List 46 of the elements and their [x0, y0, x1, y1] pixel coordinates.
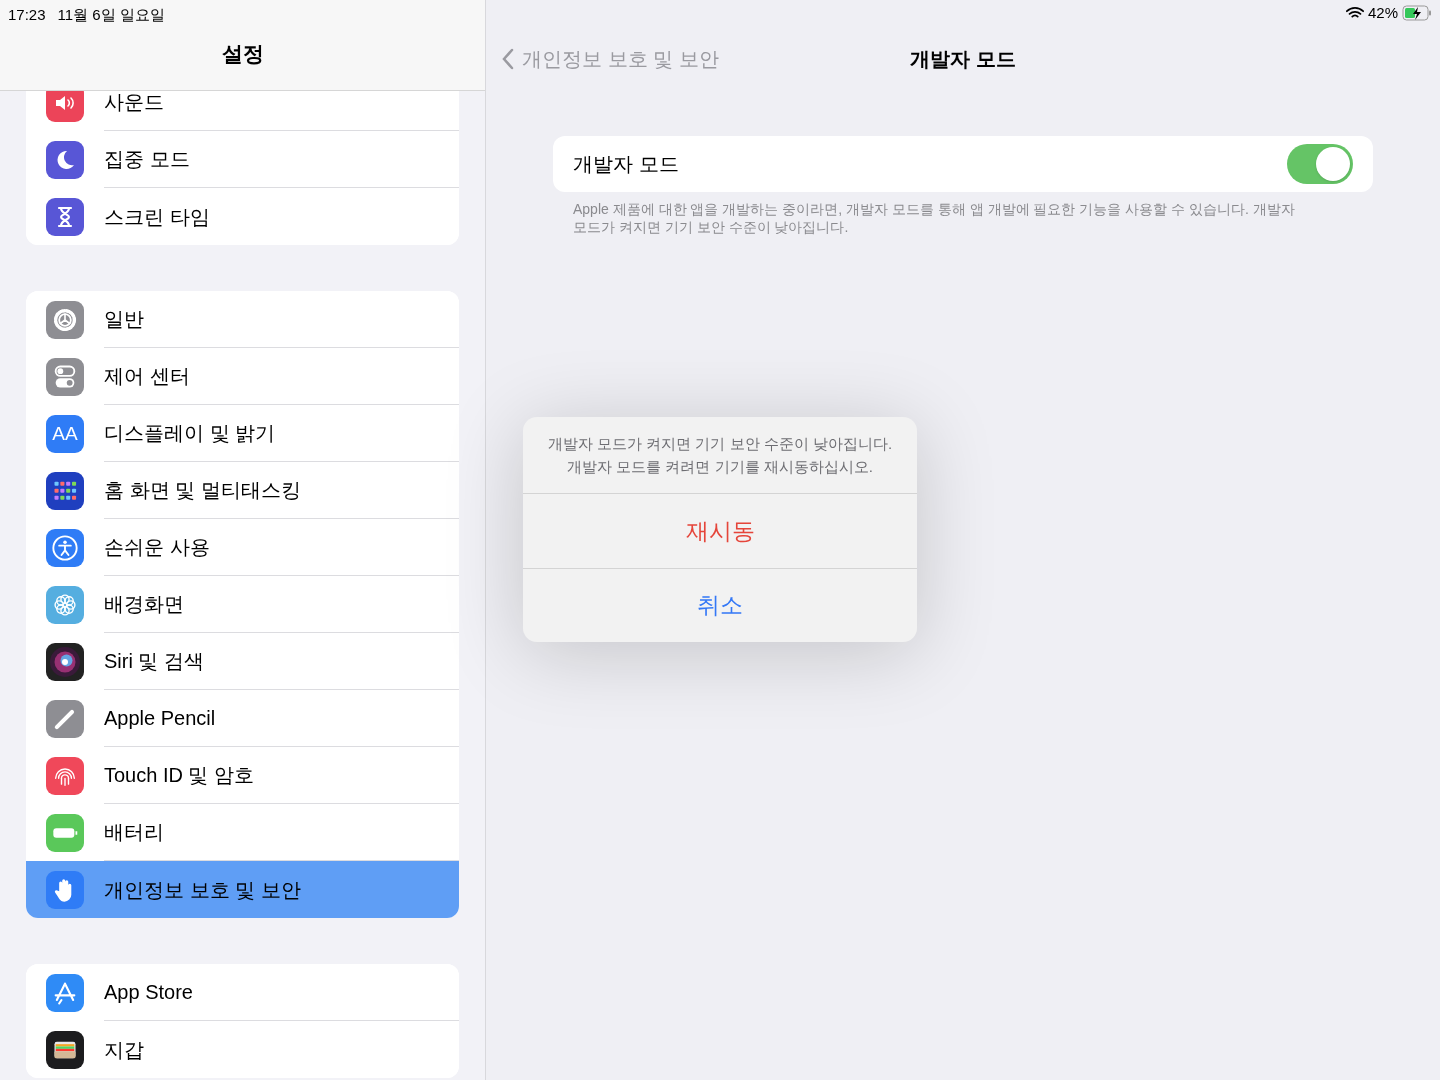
app-icon — [46, 357, 84, 396]
app-icon — [46, 642, 84, 681]
row-label: Apple Pencil — [104, 706, 216, 731]
row-label: 배터리 — [104, 820, 164, 845]
row-label: 디스플레이 및 밝기 — [104, 421, 276, 446]
app-icon — [46, 140, 84, 179]
page-title: 개발자 모드 — [910, 46, 1016, 72]
battery-charging-icon — [1402, 5, 1432, 21]
app-icon — [46, 813, 84, 852]
row-label: App Store — [104, 980, 193, 1005]
row-label: 제어 센터 — [104, 364, 190, 389]
app-icon — [46, 756, 84, 795]
app-icon — [46, 1030, 84, 1069]
sidebar-title: 설정 — [221, 41, 264, 68]
app-icon — [46, 528, 84, 567]
row-label: 스크린 타임 — [104, 204, 210, 230]
row-label: 개인정보 보호 및 보안 — [104, 877, 301, 903]
row-label: Siri 및 검색 — [104, 649, 204, 674]
footer-text: Apple 제품에 대한 앱을 개발하는 중이라면, 개발자 모드를 통해 앱 개발에 필요한 기능을 사용할 수 있습니다. 개발자 모드가 켜지면 기기 보안 수준이 낮아집니다. — [572, 200, 1296, 236]
app-icon — [46, 699, 84, 738]
app-icon: AA — [46, 414, 84, 453]
row-label: 일반 — [104, 307, 144, 332]
toggle-label: 개발자 모드 — [573, 152, 679, 177]
status-date: 11월 6일 일요일 — [57, 4, 165, 25]
wifi-icon — [1345, 6, 1364, 20]
alert-message: 개발자 모드가 켜지면 기기 보안 수준이 낮아집니다. 개발자 모드를 켜려면 기기를 재시동하십시오. — [523, 417, 917, 494]
row-label: Touch ID 및 암호 — [104, 763, 255, 788]
app-icon — [46, 197, 84, 236]
row-label: 사운드 — [104, 91, 164, 115]
app-icon — [46, 300, 84, 339]
row-label: 손쉬운 사용 — [104, 535, 210, 560]
row-label: 홈 화면 및 멀티태스킹 — [104, 478, 301, 503]
alert-button[interactable]: 취소 — [523, 568, 917, 642]
chevron-left-icon — [502, 47, 514, 70]
settings-row[interactable]: 개인정보 보호 및 보안 — [26, 861, 459, 918]
app-icon — [46, 585, 84, 624]
alert-button[interactable]: 재시동 — [523, 494, 917, 568]
row-label: 지갑 — [104, 1037, 144, 1063]
app-icon — [46, 870, 84, 909]
battery-percent: 42% — [1367, 2, 1398, 23]
toggle-switch[interactable] — [1287, 144, 1353, 184]
row-label: 집중 모드 — [104, 147, 190, 172]
app-icon — [46, 973, 84, 1012]
status-time: 17:23 — [8, 4, 46, 25]
row-label: 배경화면 — [104, 592, 184, 617]
app-icon — [46, 471, 84, 510]
